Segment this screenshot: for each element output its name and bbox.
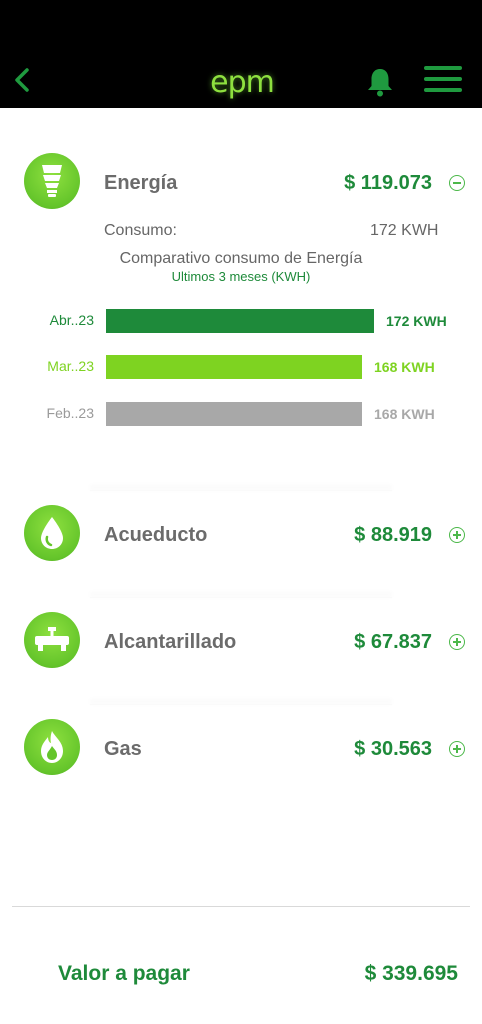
comparison-title: Comparativo consumo de Energía [119, 250, 363, 267]
expand-toggle[interactable] [449, 527, 465, 543]
lightbulb-icon [24, 153, 80, 209]
total-value: $ 339.695 [364, 962, 458, 985]
chart-row: Mar..23 168 KWH [0, 355, 482, 379]
flame-icon [24, 719, 80, 775]
divider [90, 704, 392, 705]
service-alcantarillado[interactable]: Alcantarillado $ 67.837 [0, 612, 482, 672]
bar [106, 309, 374, 333]
menu-button[interactable] [424, 66, 462, 96]
footer-divider [12, 906, 470, 907]
water-drop-icon [24, 505, 80, 561]
total-label: Valor a pagar [58, 962, 190, 985]
bar [106, 402, 362, 426]
expand-toggle[interactable] [449, 741, 465, 757]
back-button[interactable] [8, 62, 36, 98]
service-gas[interactable]: Gas $ 30.563 [0, 719, 482, 779]
collapse-toggle[interactable] [449, 175, 465, 191]
expand-toggle[interactable] [449, 634, 465, 650]
service-amount: $ 30.563 [354, 738, 432, 760]
chart-row: Feb..23 168 KWH [0, 402, 482, 426]
bar-category-label: Feb..23 [46, 405, 94, 421]
service-amount: $ 67.837 [354, 631, 432, 653]
divider [90, 597, 392, 598]
bar [106, 355, 362, 379]
service-name: Energía [104, 172, 178, 194]
service-energia[interactable]: Energía $ 119.073 [0, 153, 482, 213]
chevron-left-icon [15, 68, 29, 92]
bar-value-label: 168 KWH [374, 406, 435, 422]
service-name: Gas [104, 738, 142, 760]
service-name: Acueducto [104, 524, 208, 546]
consumo-label: Consumo: [104, 222, 177, 239]
top-bar: epm [0, 0, 482, 108]
notifications-button[interactable] [364, 66, 396, 98]
service-amount: $ 88.919 [354, 524, 432, 546]
service-acueducto[interactable]: Acueducto $ 88.919 [0, 505, 482, 565]
service-amount: $ 119.073 [344, 172, 432, 194]
comparison-subtitle: Ultimos 3 meses (KWH) [171, 269, 311, 284]
divider [90, 490, 392, 491]
bar-value-label: 168 KWH [374, 359, 435, 375]
pipe-icon [24, 612, 80, 668]
bar-category-label: Abr..23 [49, 312, 94, 328]
chart-row: Abr..23 172 KWH [0, 309, 482, 333]
epm-logo: epm [210, 64, 275, 100]
bell-icon [368, 69, 392, 97]
bar-value-label: 172 KWH [386, 313, 447, 329]
bar-category-label: Mar..23 [47, 358, 94, 374]
hamburger-menu-icon [424, 66, 462, 92]
service-name: Alcantarillado [104, 631, 237, 653]
consumo-value: 172 KWH [370, 222, 439, 239]
